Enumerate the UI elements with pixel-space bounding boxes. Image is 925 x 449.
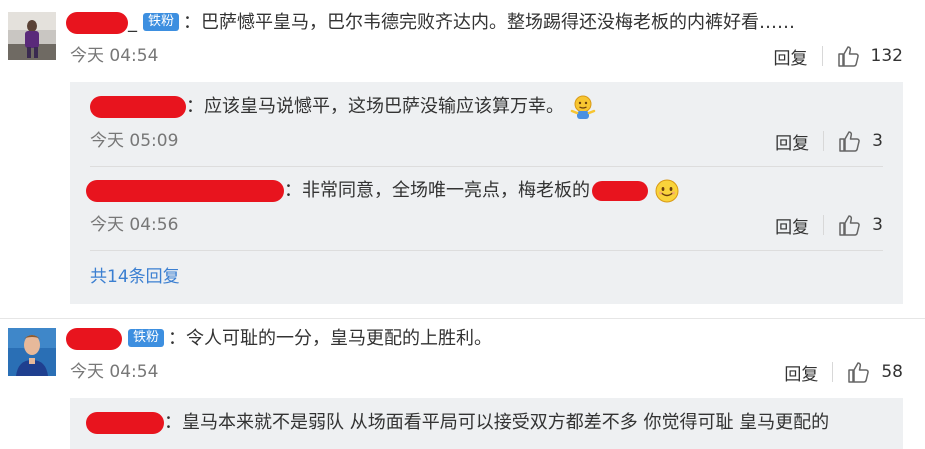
- redacted-word: [592, 181, 648, 201]
- more-replies-link[interactable]: 共14条回复: [90, 266, 180, 288]
- thumbs-up-icon[interactable]: [837, 45, 861, 67]
- redacted-username[interactable]: [86, 180, 284, 202]
- comment-divider: [0, 318, 925, 319]
- divider: [823, 215, 825, 235]
- comment-text-line: 铁粉 ：令人可耻的一分，皇马更配的上胜利。: [66, 326, 492, 352]
- comment-item: 铁粉 ：令人可耻的一分，皇马更配的上胜利。 今天 04:54 回复 58 ：皇马本…: [0, 320, 925, 449]
- reply-time: 今天 04:56: [90, 215, 179, 235]
- like-count: 3: [872, 131, 883, 151]
- reply-button[interactable]: 回复: [775, 213, 809, 238]
- reply-button[interactable]: 回复: [774, 44, 808, 69]
- reply-button[interactable]: 回复: [775, 129, 809, 154]
- redacted-username[interactable]: [90, 96, 186, 118]
- redacted-username[interactable]: [66, 328, 122, 350]
- reply-text-line: ：应该皇马说憾平，这场巴萨没输应该算万幸。: [90, 94, 596, 120]
- comment-time: 今天 04:54: [70, 362, 159, 382]
- comment-item: _ 铁粉 ：巴萨憾平皇马，巴尔韦德完败齐达内。整场踢得还没梅老板的内裤好看…… 今天…: [0, 0, 925, 320]
- reply-time: 今天 05:09: [90, 131, 179, 151]
- comment-actions: 回复 58: [784, 359, 903, 385]
- avatar[interactable]: [8, 328, 56, 376]
- fan-badge: 铁粉: [128, 329, 165, 347]
- comment-text: ：巴萨憾平皇马，巴尔韦德完败齐达内。整场踢得还没梅老板的内裤好看……: [183, 12, 796, 33]
- divider: [832, 362, 834, 382]
- redacted-username[interactable]: [66, 12, 128, 34]
- reply-text-line: ：非常同意，全场唯一亮点，梅老板的: [86, 178, 680, 204]
- reply-divider: [90, 166, 883, 167]
- thumbs-up-icon[interactable]: [838, 130, 862, 152]
- smile-emoji-icon: [655, 179, 679, 203]
- redacted-username[interactable]: [86, 412, 164, 434]
- reply-text: ：非常同意，全场唯一亮点，梅老板的: [284, 180, 590, 201]
- comment-time: 今天 04:54: [70, 46, 159, 66]
- reply-button[interactable]: 回复: [784, 360, 818, 385]
- reply-list: ：皇马本来就不是弱队 从场面看平局可以接受双方都差不多 你觉得可耻 皇马更配的: [70, 398, 903, 449]
- reply-actions: 回复 3: [775, 212, 883, 238]
- divider: [821, 46, 823, 66]
- comment-text-line: _ 铁粉 ：巴萨憾平皇马，巴尔韦德完败齐达内。整场踢得还没梅老板的内裤好看……: [66, 10, 795, 36]
- reply-divider: [90, 250, 883, 251]
- comment-text: ：令人可耻的一分，皇马更配的上胜利。: [168, 328, 493, 349]
- like-count: 3: [872, 215, 883, 235]
- reply-list: ：应该皇马说憾平，这场巴萨没输应该算万幸。 今天 05:09 回复 3 ：非常同…: [70, 82, 903, 304]
- thumbs-up-icon[interactable]: [847, 361, 871, 383]
- fan-badge: 铁粉: [143, 13, 180, 31]
- avatar[interactable]: [8, 12, 56, 60]
- like-count: 58: [881, 362, 903, 382]
- reply-text: ：皇马本来就不是弱队 从场面看平局可以接受双方都差不多 你觉得可耻 皇马更配的: [164, 412, 830, 433]
- shrug-emoji-icon: [570, 95, 595, 119]
- like-count: 132: [870, 46, 903, 66]
- reply-text-line: ：皇马本来就不是弱队 从场面看平局可以接受双方都差不多 你觉得可耻 皇马更配的: [86, 410, 829, 436]
- thumbs-up-icon[interactable]: [838, 214, 862, 236]
- reply-actions: 回复 3: [775, 128, 883, 154]
- comment-actions: 回复 132: [774, 43, 903, 69]
- reply-text: ：应该皇马说憾平，这场巴萨没输应该算万幸。: [186, 96, 564, 117]
- divider: [823, 131, 825, 151]
